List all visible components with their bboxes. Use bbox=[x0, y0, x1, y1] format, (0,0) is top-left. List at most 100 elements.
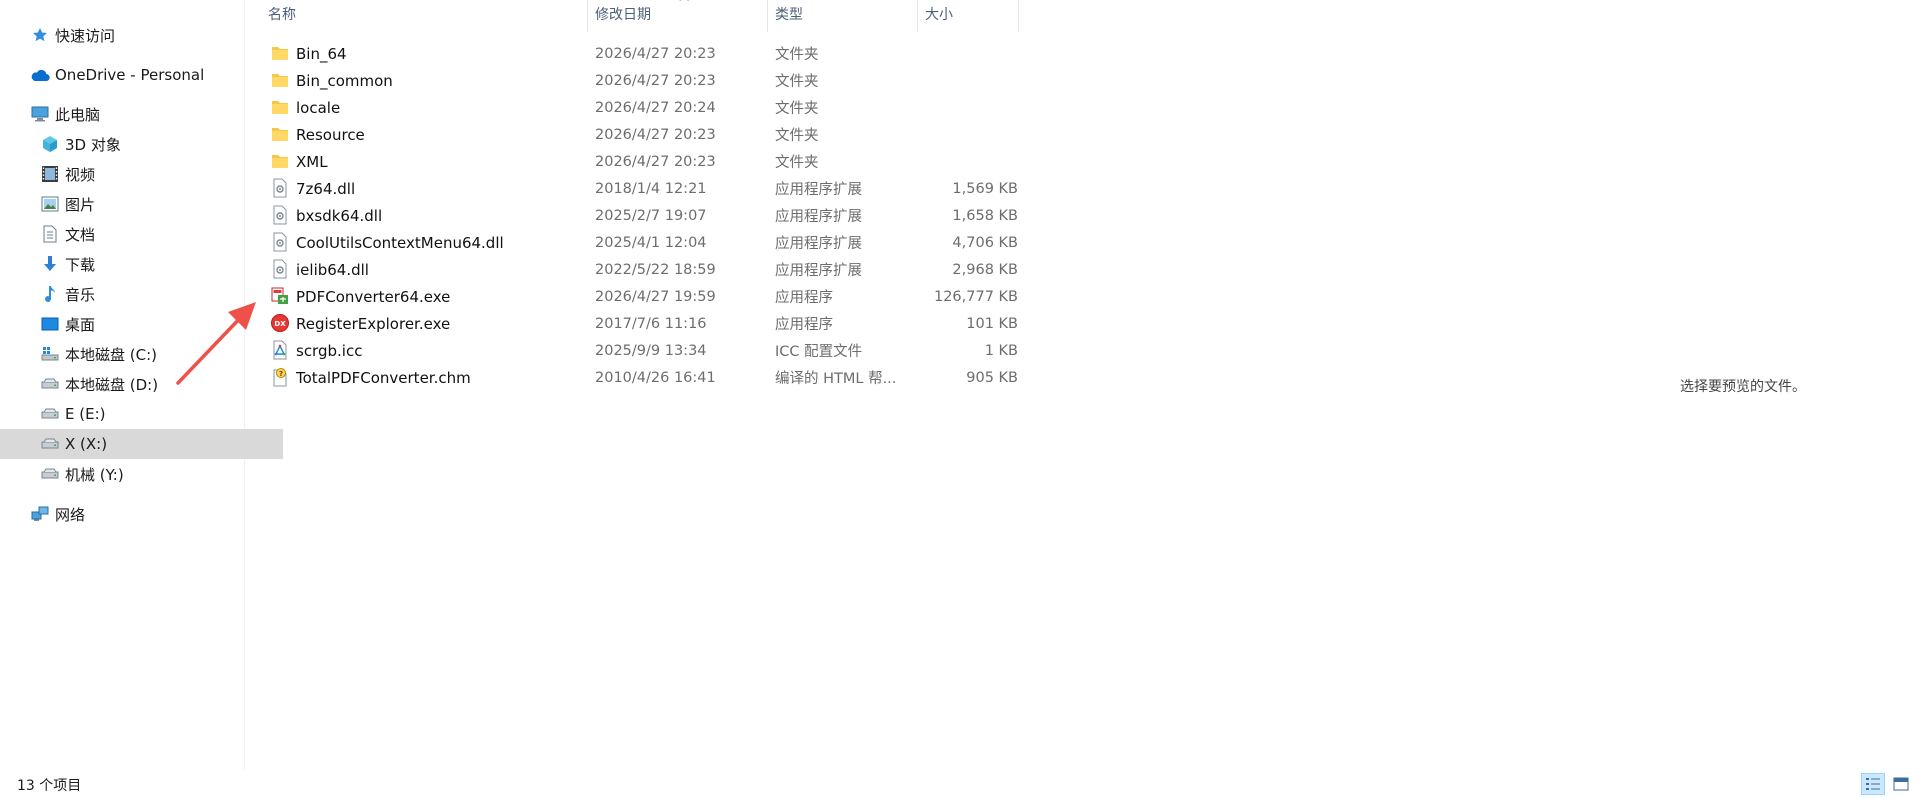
file-type: 文件夹 bbox=[775, 128, 819, 144]
file-row[interactable]: Resource 2026/4/27 20:23 文件夹 bbox=[262, 121, 1018, 148]
folder-icon bbox=[270, 151, 290, 171]
column-header-type[interactable]: 类型 bbox=[769, 0, 915, 32]
file-date: 2026/4/27 20:23 bbox=[595, 153, 716, 170]
column-divider[interactable] bbox=[587, 0, 588, 32]
file-type: 应用程序 bbox=[775, 317, 833, 333]
folder-icon bbox=[270, 124, 290, 144]
column-divider[interactable] bbox=[917, 0, 918, 32]
nav-item-3d-objects[interactable]: 3D 对象 bbox=[0, 129, 283, 159]
quick-access-star-icon bbox=[30, 25, 50, 45]
preview-placeholder-text: 选择要预览的文件。 bbox=[1680, 379, 1806, 395]
nav-item-label: 图片 bbox=[65, 195, 96, 214]
nav-item-this-pc[interactable]: 此电脑 bbox=[0, 99, 273, 129]
file-size: 4,706 KB bbox=[952, 234, 1018, 251]
file-name: RegisterExplorer.exe bbox=[296, 314, 451, 333]
column-divider[interactable] bbox=[1018, 0, 1019, 32]
file-date: 2026/4/27 20:23 bbox=[595, 45, 716, 62]
file-type: 文件夹 bbox=[775, 155, 819, 171]
file-row[interactable]: locale 2026/4/27 20:24 文件夹 bbox=[262, 94, 1018, 121]
file-name: bxsdk64.dll bbox=[296, 206, 383, 225]
file-type: ICC 配置文件 bbox=[775, 344, 863, 360]
file-date: 2025/9/9 13:34 bbox=[595, 342, 707, 359]
icc-profile-icon bbox=[270, 340, 290, 360]
nav-item-label: 本地磁盘 (C:) bbox=[65, 345, 157, 364]
file-size: 905 KB bbox=[966, 369, 1018, 386]
file-row[interactable]: CoolUtilsContextMenu64.dll 2025/4/1 12:0… bbox=[262, 229, 1018, 256]
pictures-icon bbox=[40, 194, 60, 214]
file-name: Resource bbox=[296, 125, 365, 144]
file-date: 2026/4/27 20:24 bbox=[595, 99, 716, 116]
nav-item-quick-access[interactable]: 快速访问 bbox=[0, 20, 273, 50]
this-pc-icon bbox=[30, 104, 50, 124]
file-type: 应用程序 bbox=[775, 290, 833, 306]
nav-item-label: 下载 bbox=[65, 255, 96, 274]
file-date: 2010/4/26 16:41 bbox=[595, 369, 716, 386]
file-date: 2017/7/6 11:16 bbox=[595, 315, 707, 332]
file-date: 2018/1/4 12:21 bbox=[595, 180, 707, 197]
column-divider[interactable] bbox=[767, 0, 768, 32]
nav-item-drive-e[interactable]: E (E:) bbox=[0, 399, 283, 429]
file-name: 7z64.dll bbox=[296, 179, 356, 198]
3d-objects-icon bbox=[40, 134, 60, 154]
drive-icon bbox=[40, 404, 60, 424]
file-row[interactable]: scrgb.icc 2025/9/9 13:34 ICC 配置文件 1 KB bbox=[262, 337, 1018, 364]
file-date: 2026/4/27 20:23 bbox=[595, 126, 716, 143]
nav-item-documents[interactable]: 文档 bbox=[0, 219, 283, 249]
file-row[interactable]: 7z64.dll 2018/1/4 12:21 应用程序扩展 1,569 KB bbox=[262, 175, 1018, 202]
file-row[interactable]: ielib64.dll 2022/5/22 18:59 应用程序扩展 2,968… bbox=[262, 256, 1018, 283]
details-view-button[interactable] bbox=[1861, 773, 1885, 795]
pdf-converter-app-icon bbox=[270, 286, 290, 306]
nav-item-pictures[interactable]: 图片 bbox=[0, 189, 283, 219]
file-name: PDFConverter64.exe bbox=[296, 287, 451, 306]
file-row[interactable]: Bin_64 2026/4/27 20:23 文件夹 bbox=[262, 40, 1018, 67]
videos-icon bbox=[40, 164, 60, 184]
nav-item-label: E (E:) bbox=[65, 405, 106, 423]
column-header-name[interactable]: 名称 bbox=[262, 0, 586, 32]
folder-icon bbox=[270, 70, 290, 90]
file-name: CoolUtilsContextMenu64.dll bbox=[296, 233, 504, 252]
file-name: XML bbox=[296, 152, 328, 171]
file-name: Bin_common bbox=[296, 71, 393, 90]
file-name: scrgb.icc bbox=[296, 341, 363, 360]
nav-item-downloads[interactable]: 下载 bbox=[0, 249, 283, 279]
nav-item-label: 文档 bbox=[65, 225, 96, 244]
column-header-date[interactable]: 修改日期 bbox=[589, 0, 767, 32]
file-row[interactable]: Bin_common 2026/4/27 20:23 文件夹 bbox=[262, 67, 1018, 94]
file-date: 2026/4/27 20:23 bbox=[595, 72, 716, 89]
desktop-icon bbox=[40, 314, 60, 334]
svg-text:DX: DX bbox=[274, 320, 286, 328]
nav-item-label: 桌面 bbox=[65, 315, 96, 334]
column-header-size[interactable]: 大小 bbox=[919, 0, 1017, 32]
file-type: 文件夹 bbox=[775, 101, 819, 117]
status-item-count: 13 个项目 bbox=[17, 778, 82, 794]
file-type: 文件夹 bbox=[775, 47, 819, 63]
nav-item-label: 本地磁盘 (D:) bbox=[65, 375, 159, 394]
register-explorer-app-icon: DX bbox=[270, 313, 290, 333]
nav-item-label: 视频 bbox=[65, 165, 96, 184]
nav-item-onedrive[interactable]: OneDrive - Personal bbox=[0, 60, 273, 90]
nav-item-videos[interactable]: 视频 bbox=[0, 159, 283, 189]
file-row[interactable]: PDFConverter64.exe 2026/4/27 19:59 应用程序 … bbox=[262, 283, 1018, 310]
file-row[interactable]: XML 2026/4/27 20:23 文件夹 bbox=[262, 148, 1018, 175]
file-type: 应用程序扩展 bbox=[775, 263, 862, 279]
dll-file-icon bbox=[270, 205, 290, 225]
nav-item-network[interactable]: 网络 bbox=[0, 499, 273, 529]
file-row[interactable]: bxsdk64.dll 2025/2/7 19:07 应用程序扩展 1,658 … bbox=[262, 202, 1018, 229]
documents-icon bbox=[40, 224, 60, 244]
nav-item-label: 机械 (Y:) bbox=[65, 465, 124, 484]
file-row[interactable]: DX RegisterExplorer.exe 2017/7/6 11:16 应… bbox=[262, 310, 1018, 337]
file-size: 101 KB bbox=[966, 315, 1018, 332]
nav-item-drive-x[interactable]: X (X:) bbox=[0, 429, 283, 459]
svg-text:?: ? bbox=[279, 370, 283, 378]
large-icons-view-button[interactable] bbox=[1889, 773, 1913, 795]
file-size: 2,968 KB bbox=[952, 261, 1018, 278]
annotation-arrow-icon bbox=[176, 302, 256, 385]
file-type: 应用程序扩展 bbox=[775, 236, 862, 252]
nav-item-drive-y[interactable]: 机械 (Y:) bbox=[0, 459, 283, 489]
file-row[interactable]: ? TotalPDFConverter.chm 2010/4/26 16:41 … bbox=[262, 364, 1018, 391]
file-name: Bin_64 bbox=[296, 44, 347, 63]
file-type: 应用程序扩展 bbox=[775, 209, 862, 225]
dll-file-icon bbox=[270, 178, 290, 198]
folder-icon bbox=[270, 43, 290, 63]
nav-item-label: 音乐 bbox=[65, 285, 96, 304]
